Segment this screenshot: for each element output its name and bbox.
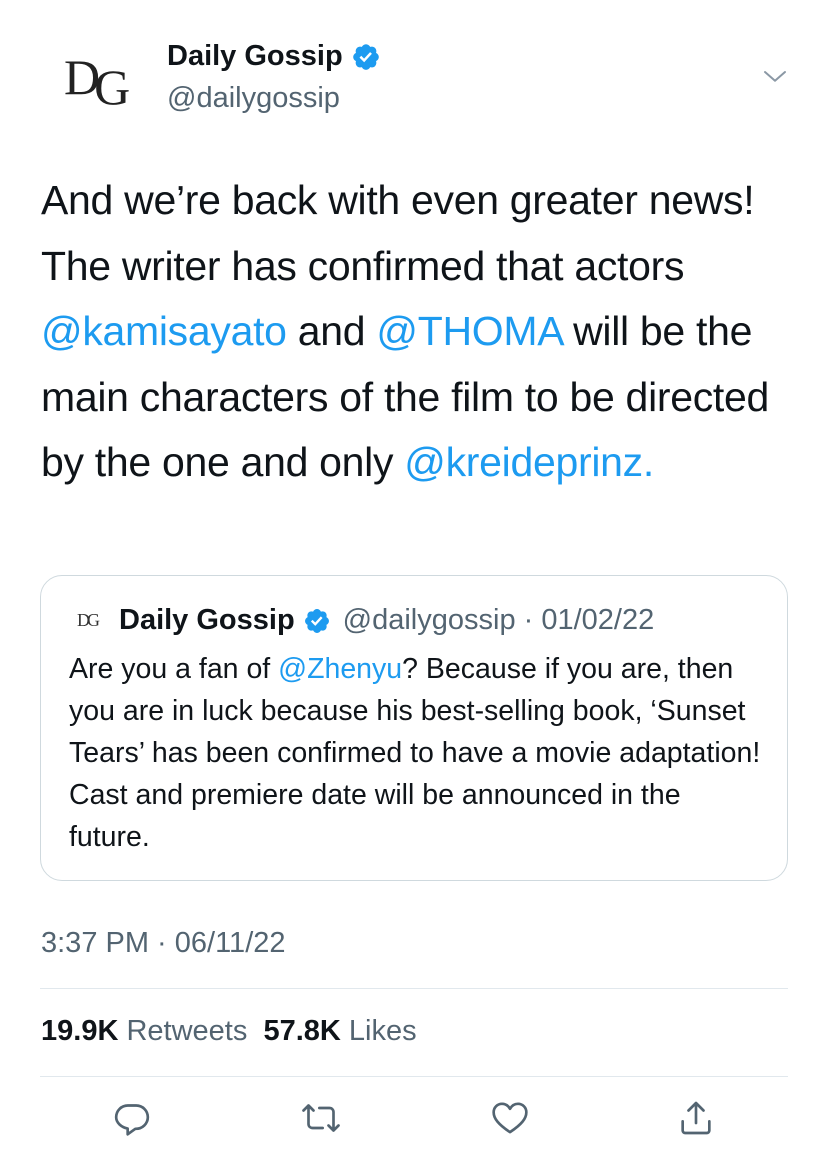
likes-count[interactable]: 57.8K [263,1015,340,1047]
mention-kamisayato[interactable]: @kamisayato [41,308,287,354]
divider [40,1076,788,1077]
verified-badge-icon [352,43,379,70]
author-handle[interactable]: @dailygossip [167,82,340,115]
retweets-label[interactable]: Retweets [126,1015,247,1047]
avatar-monogram: DG [64,49,130,115]
quoted-handle-date: @dailygossip · 01/02/22 [342,604,655,636]
retweets-count[interactable]: 19.9K [41,1015,118,1047]
tweet-text-segment: And we’re back with even greater news! T… [41,177,755,289]
author-name-row: Daily Gossip [167,40,381,73]
tweet-timestamp[interactable]: 3:37 PM · 06/11/22 [41,927,286,960]
mention-zhenyu[interactable]: @Zhenyu [278,653,402,685]
heart-icon[interactable] [490,1098,530,1138]
quoted-author-avatar: DG [77,610,100,630]
quoted-author-name: Daily Gossip [119,604,295,636]
author-avatar[interactable]: DG [48,42,144,138]
verified-badge-icon [304,608,329,633]
likes-label[interactable]: Likes [349,1015,417,1047]
divider [40,988,788,989]
quoted-tweet-card[interactable]: DG Daily Gossip @dailygossip · 01/02/22 … [40,575,788,881]
author-name[interactable]: Daily Gossip [167,40,343,73]
quoted-tweet-text: Are you a fan of @Zhenyu? Because if you… [69,648,769,858]
mention-thoma[interactable]: @THOMA [376,308,562,354]
reply-icon[interactable] [112,1098,152,1138]
tweet-header: DG Daily Gossip @dailygossip [0,0,828,150]
tweet-text-segment: and [286,308,377,354]
tweet-stats: 19.9K Retweets 57.8K Likes [41,1015,417,1048]
action-bar [0,1098,828,1148]
mention-kreideprinz[interactable]: @kreideprinz. [404,439,654,485]
share-icon[interactable] [676,1098,716,1138]
tweet-text: And we’re back with even greater news! T… [41,168,801,496]
quoted-text-segment: Are you a fan of [69,653,279,685]
chevron-down-icon[interactable] [760,62,790,92]
quoted-tweet-header: DG Daily Gossip @dailygossip · 01/02/22 [77,604,654,637]
retweet-icon[interactable] [301,1098,341,1138]
